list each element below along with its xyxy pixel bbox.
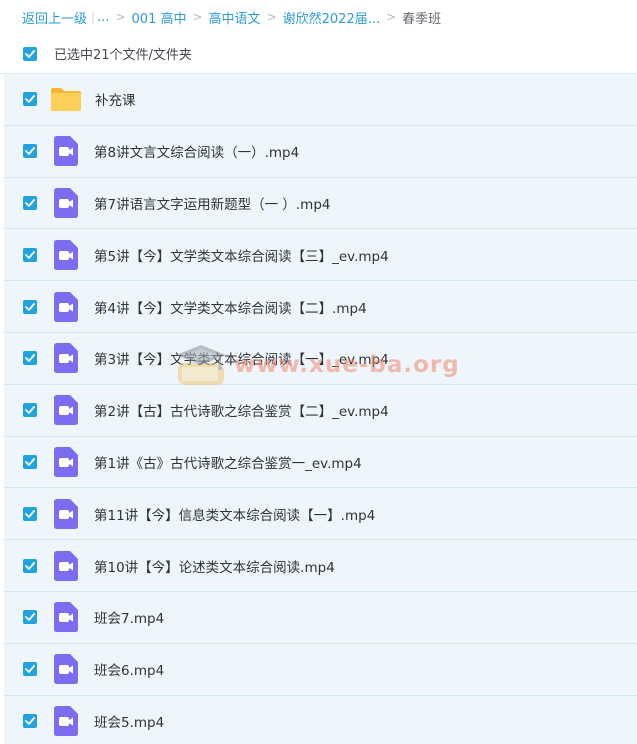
folder-icon bbox=[50, 84, 82, 114]
chevron-right-icon: > bbox=[115, 10, 126, 24]
row-checkbox[interactable] bbox=[23, 713, 37, 728]
check-icon bbox=[25, 458, 35, 466]
video-file-icon bbox=[53, 343, 79, 374]
video-file-icon bbox=[53, 136, 79, 167]
chevron-right-icon: > bbox=[192, 10, 203, 24]
row-checkbox[interactable] bbox=[23, 299, 37, 314]
select-all-bar: 已选中21个文件/文件夹 bbox=[0, 34, 637, 74]
video-file-icon bbox=[53, 705, 79, 736]
video-file-icon bbox=[53, 498, 79, 529]
video-file-icon bbox=[53, 395, 79, 426]
list-item[interactable]: 第5讲【今】文学类文本综合阅读【三】_ev.mp4 bbox=[4, 229, 637, 282]
check-icon bbox=[25, 561, 35, 570]
list-item[interactable]: 第8讲文言文综合阅读（一）.mp4 bbox=[4, 125, 637, 178]
row-checkbox[interactable] bbox=[23, 454, 37, 469]
select-all-checkbox[interactable] bbox=[23, 46, 37, 61]
list-item[interactable]: 第3讲【今】文学类文本综合阅读【一】_ev.mp4 bbox=[4, 332, 637, 385]
check-icon bbox=[25, 509, 35, 518]
list-item[interactable]: 班会6.mp4 bbox=[4, 643, 637, 696]
file-name: 第4讲【今】文学类文本综合阅读【二】.mp4 bbox=[94, 300, 367, 317]
file-list: 补充课 第8讲文言文综合阅读（一）.mp4 第7讲语言文字运用新题型（一 ）.m… bbox=[0, 74, 637, 744]
list-item[interactable]: 第11讲【今】信息类文本综合阅读【一】.mp4 bbox=[4, 488, 637, 541]
breadcrumb: 返回上一级 | ... > 001 高中 > 高中语文 > 谢欣然2022届..… bbox=[0, 0, 637, 34]
chevron-right-icon: > bbox=[266, 10, 277, 24]
row-checkbox[interactable] bbox=[23, 558, 37, 573]
selection-count-label: 已选中21个文件/文件夹 bbox=[54, 48, 192, 63]
file-name: 班会5.mp4 bbox=[94, 714, 165, 731]
row-checkbox[interactable] bbox=[23, 506, 37, 521]
list-item[interactable]: 第4讲【今】文学类文本综合阅读【二】.mp4 bbox=[4, 281, 637, 333]
breadcrumb-item[interactable]: 谢欣然2022届... bbox=[283, 8, 380, 27]
row-checkbox[interactable] bbox=[23, 662, 37, 677]
breadcrumb-item[interactable]: 高中语文 bbox=[209, 8, 261, 27]
file-name: 第5讲【今】文学类文本综合阅读【三】_ev.mp4 bbox=[94, 248, 389, 265]
file-name: 第1讲《古》古代诗歌之综合鉴赏一_ev.mp4 bbox=[94, 455, 362, 472]
file-name: 第11讲【今】信息类文本综合阅读【一】.mp4 bbox=[94, 507, 376, 524]
video-file-icon bbox=[53, 239, 79, 270]
row-checkbox[interactable] bbox=[23, 403, 37, 418]
file-name: 第3讲【今】文学类文本综合阅读【一】_ev.mp4 bbox=[94, 352, 389, 369]
check-icon bbox=[25, 406, 35, 415]
check-icon bbox=[25, 717, 35, 725]
row-checkbox[interactable] bbox=[23, 195, 37, 210]
video-file-icon bbox=[53, 187, 79, 218]
file-name: 第2讲【古】古代诗歌之综合鉴赏【二】_ev.mp4 bbox=[94, 404, 389, 421]
check-icon bbox=[25, 199, 35, 207]
video-file-icon bbox=[53, 446, 79, 477]
row-checkbox[interactable] bbox=[23, 92, 37, 107]
list-item[interactable]: 补充课 bbox=[4, 74, 637, 126]
chevron-right-icon: > bbox=[386, 10, 397, 24]
list-item[interactable]: 第2讲【古】古代诗歌之综合鉴赏【二】_ev.mp4 bbox=[4, 384, 637, 437]
file-name: 班会7.mp4 bbox=[94, 611, 165, 628]
file-name: 第10讲【今】论述类文本综合阅读.mp4 bbox=[94, 559, 335, 576]
file-name: 第8讲文言文综合阅读（一）.mp4 bbox=[94, 145, 300, 162]
breadcrumb-divider: | bbox=[91, 10, 96, 24]
row-checkbox[interactable] bbox=[23, 610, 37, 625]
check-icon bbox=[25, 250, 35, 259]
list-item[interactable]: 班会7.mp4 bbox=[4, 591, 637, 644]
check-icon bbox=[25, 49, 35, 58]
video-file-icon bbox=[53, 550, 79, 581]
file-name: 补充课 bbox=[95, 93, 136, 110]
file-name: 班会6.mp4 bbox=[94, 663, 165, 680]
check-icon bbox=[25, 302, 35, 311]
check-icon bbox=[25, 354, 35, 363]
breadcrumb-current: 春季班 bbox=[402, 11, 442, 27]
row-checkbox[interactable] bbox=[23, 247, 37, 262]
back-link[interactable]: 返回上一级 bbox=[22, 8, 87, 27]
list-item[interactable]: 班会5.mp4 bbox=[4, 695, 637, 744]
check-icon bbox=[25, 95, 35, 104]
check-icon bbox=[25, 665, 35, 674]
video-file-icon bbox=[53, 654, 79, 685]
list-item[interactable]: 第7讲语言文字运用新题型（一 ）.mp4 bbox=[4, 177, 637, 230]
check-icon bbox=[25, 613, 35, 622]
list-item[interactable]: 第10讲【今】论述类文本综合阅读.mp4 bbox=[4, 540, 637, 592]
breadcrumb-item[interactable]: 001 高中 bbox=[132, 8, 187, 27]
file-browser: 返回上一级 | ... > 001 高中 > 高中语文 > 谢欣然2022届..… bbox=[0, 0, 637, 744]
row-checkbox[interactable] bbox=[23, 351, 37, 366]
video-file-icon bbox=[53, 291, 79, 322]
row-checkbox[interactable] bbox=[23, 144, 37, 159]
breadcrumb-ellipsis[interactable]: ... bbox=[97, 10, 109, 25]
check-icon bbox=[25, 147, 35, 156]
file-name: 第7讲语言文字运用新题型（一 ）.mp4 bbox=[94, 196, 331, 213]
list-item[interactable]: 第1讲《古》古代诗歌之综合鉴赏一_ev.mp4 bbox=[4, 436, 637, 489]
video-file-icon bbox=[53, 602, 79, 633]
